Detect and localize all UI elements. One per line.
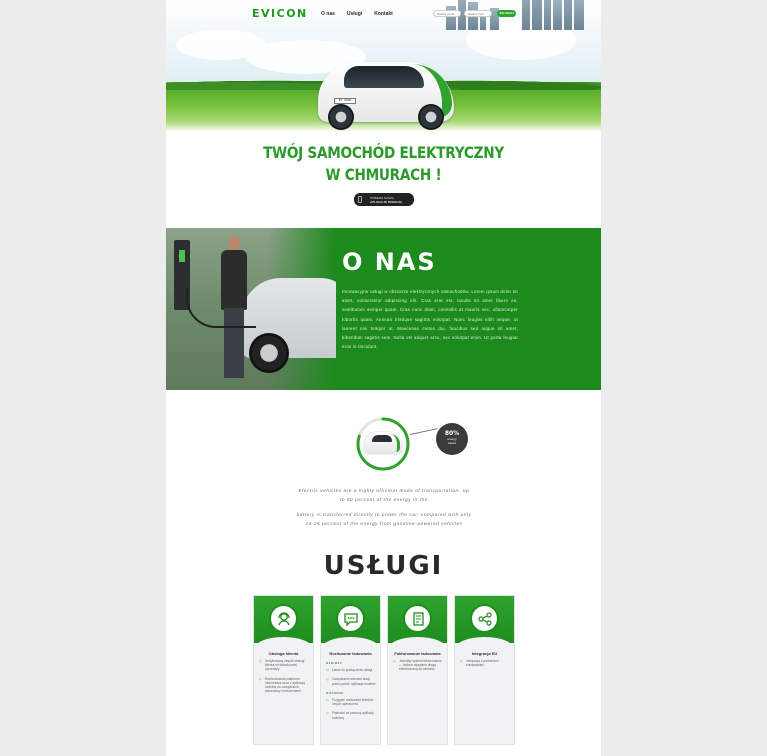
password-input[interactable] xyxy=(464,10,492,17)
hero-car-image: EV 8300 xyxy=(316,54,456,132)
energy-percent: 80% xyxy=(444,430,460,437)
list-item: Jednolity system fakturowania — faktura … xyxy=(393,659,445,672)
phone-icon xyxy=(358,196,362,203)
card-subhead: B2B/B2C xyxy=(326,661,343,665)
service-card-eu-integration[interactable]: Integracja EU Integracja z partnerami eu… xyxy=(454,595,515,745)
services-title: USŁUGI xyxy=(323,551,444,581)
ev-paragraph-2: battery is transferred directly to power… xyxy=(296,512,472,526)
menu-item-kontakt[interactable]: Kontakt xyxy=(374,11,393,17)
chat-icon xyxy=(336,604,365,633)
service-card-invoicing[interactable]: Fakturowanie ładowania Jednolity system … xyxy=(387,595,448,745)
logo[interactable]: EVICON xyxy=(252,7,308,20)
energy-label-2: saved xyxy=(447,441,456,445)
card-subhead: ROAMING xyxy=(326,690,344,695)
card-title: Integracja EU xyxy=(471,651,498,656)
about-title: O NAS xyxy=(342,248,437,276)
ev-description: Electric vehicles are a highly efficient… xyxy=(296,487,472,535)
main-menu: O nas Usługi Kontakt xyxy=(321,11,393,17)
menu-item-o-nas[interactable]: O nas xyxy=(321,11,335,17)
hero-headline: TWÓJ SAMOCHÓD ELEKTRYCZNY W CHMURACH ! xyxy=(199,142,569,186)
list-item: Integracja z partnerami europejskimi xyxy=(460,659,512,667)
charging-photo xyxy=(166,228,336,390)
top-navigation: EVICON O nas Usługi Kontakt ZALOGUJ xyxy=(166,0,601,28)
license-plate: EV 8300 xyxy=(334,98,356,104)
about-section: O NAS Innowacyjne usługi w obszarze elek… xyxy=(166,228,601,390)
service-card-charging-billing[interactable]: Rozliczanie ładowania B2B/B2C Łatwe do p… xyxy=(320,595,381,745)
card-title: Rozliczanie ładowania xyxy=(329,651,372,656)
username-input[interactable] xyxy=(433,10,461,17)
list-item: Łatwe do podłączenia usługi xyxy=(326,668,378,672)
list-item: Przyjęcie rozliczania klientów innych op… xyxy=(326,698,378,706)
services-cards: Obsługa klienta Dedykowany zespół obsług… xyxy=(253,595,517,745)
service-card-customer-service[interactable]: Obsługa klienta Dedykowany zespół obsług… xyxy=(253,595,314,745)
card-title: Fakturowanie ładowania xyxy=(394,651,441,656)
headset-icon xyxy=(269,604,298,633)
gauge-connector xyxy=(409,428,438,435)
headline-line-2: W CHMURACH ! xyxy=(325,165,442,184)
list-item: Zarządzanie sieciami stacji przez portal… xyxy=(326,677,378,685)
headline-line-1: TWÓJ SAMOCHÓD ELEKTRYCZNY xyxy=(263,143,504,162)
login-button[interactable]: ZALOGUJ xyxy=(497,10,516,17)
gauge-car-image xyxy=(364,432,402,454)
charging-cable xyxy=(186,288,256,328)
card-title: Obsługa klienta xyxy=(268,651,299,656)
ev-paragraph-1: Electric vehicles are a highly efficient… xyxy=(298,488,470,502)
list-item: Dedykowany zespół obsługi klienta od świ… xyxy=(259,659,311,672)
menu-item-uslugi[interactable]: Usługi xyxy=(347,11,362,17)
about-text: Innowacyjne usługi w obszarze elektryczn… xyxy=(342,289,518,350)
app-button-label: POBIERZ NASZĄ APLIKACJĘ MOBILNĄ xyxy=(370,195,402,204)
list-item: Płatności za pomocą aplikacji mobilnej xyxy=(326,711,378,719)
mobile-app-button[interactable]: POBIERZ NASZĄ APLIKACJĘ MOBILNĄ xyxy=(354,193,414,206)
list-item: Rozbudowana platforma internetowa wraz z… xyxy=(259,677,311,694)
share-icon xyxy=(470,604,499,633)
page: EV 8300 EVICON O nas Usługi Kontakt ZALO… xyxy=(166,0,601,756)
invoice-icon xyxy=(403,604,432,633)
energy-badge: 80% energy saved xyxy=(436,423,468,455)
